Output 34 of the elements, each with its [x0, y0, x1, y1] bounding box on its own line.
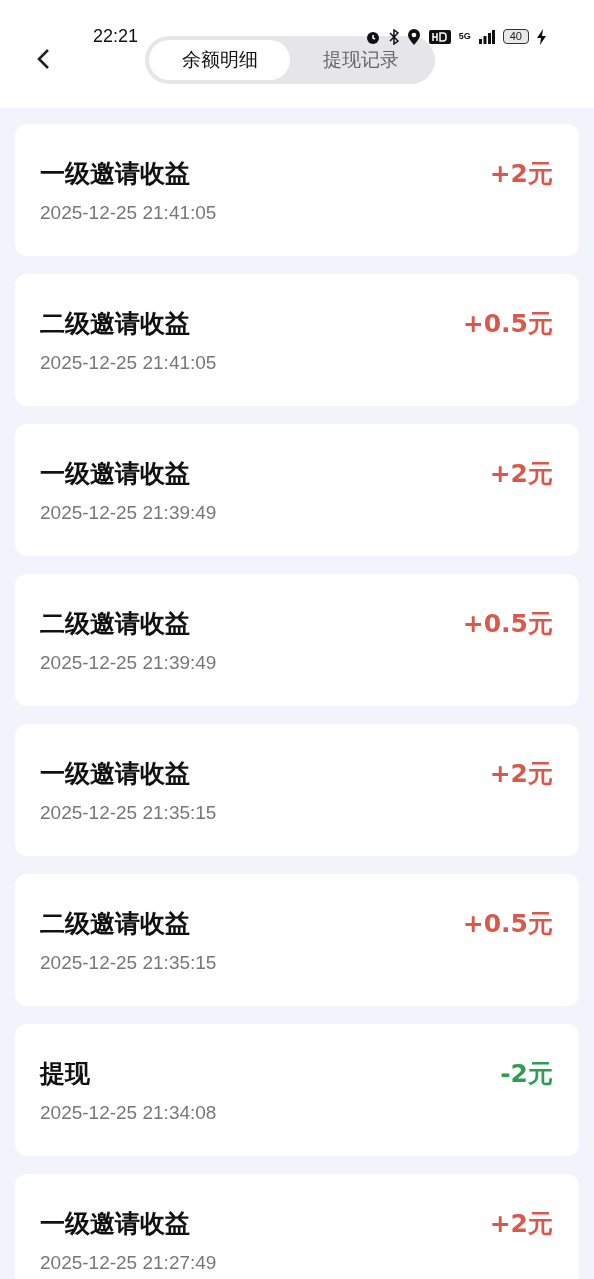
- record-time: 2025-12-25 21:41:05: [40, 352, 217, 374]
- bluetooth-icon: [388, 28, 399, 45]
- tab[interactable]: 提现记录: [290, 40, 431, 80]
- record-time: 2025-12-25 21:39:49: [40, 652, 217, 674]
- record-amount: +2元: [489, 1208, 553, 1240]
- record-time: 2025-12-25 21:27:49: [40, 1252, 217, 1274]
- record-amount: +0.5元: [462, 308, 553, 340]
- record-title: 提现: [40, 1058, 91, 1090]
- record-title: 一级邀请收益: [40, 1208, 191, 1240]
- network-type: 5G: [458, 32, 471, 41]
- battery-level: 40: [502, 29, 529, 44]
- record-time: 2025-12-25 21:35:15: [40, 952, 217, 974]
- status-time: 22:21: [93, 26, 139, 47]
- record-amount: +2元: [489, 758, 553, 790]
- record-time: 2025-12-25 21:35:15: [40, 802, 217, 824]
- record-title: 二级邀请收益: [40, 608, 191, 640]
- record-amount: +2元: [489, 458, 553, 490]
- record-amount: +2元: [489, 158, 553, 190]
- signal-icon: [478, 29, 495, 44]
- record-amount: +0.5元: [462, 608, 553, 640]
- back-icon: [36, 48, 50, 70]
- record-title: 二级邀请收益: [40, 308, 191, 340]
- record-amount: +0.5元: [462, 908, 553, 940]
- record-amount: -2元: [500, 1058, 553, 1090]
- hd-icon: [428, 29, 451, 44]
- charging-icon: [537, 28, 546, 45]
- record-title: 一级邀请收益: [40, 758, 191, 790]
- record-title: 一级邀请收益: [40, 458, 191, 490]
- record-title: 二级邀请收益: [40, 908, 191, 940]
- record-title: 一级邀请收益: [40, 158, 191, 190]
- tab[interactable]: 余额明细: [149, 40, 290, 80]
- record-time: 2025-12-25 21:39:49: [40, 502, 217, 524]
- record-time: 2025-12-25 21:34:08: [40, 1102, 217, 1124]
- record-time: 2025-12-25 21:41:05: [40, 202, 217, 224]
